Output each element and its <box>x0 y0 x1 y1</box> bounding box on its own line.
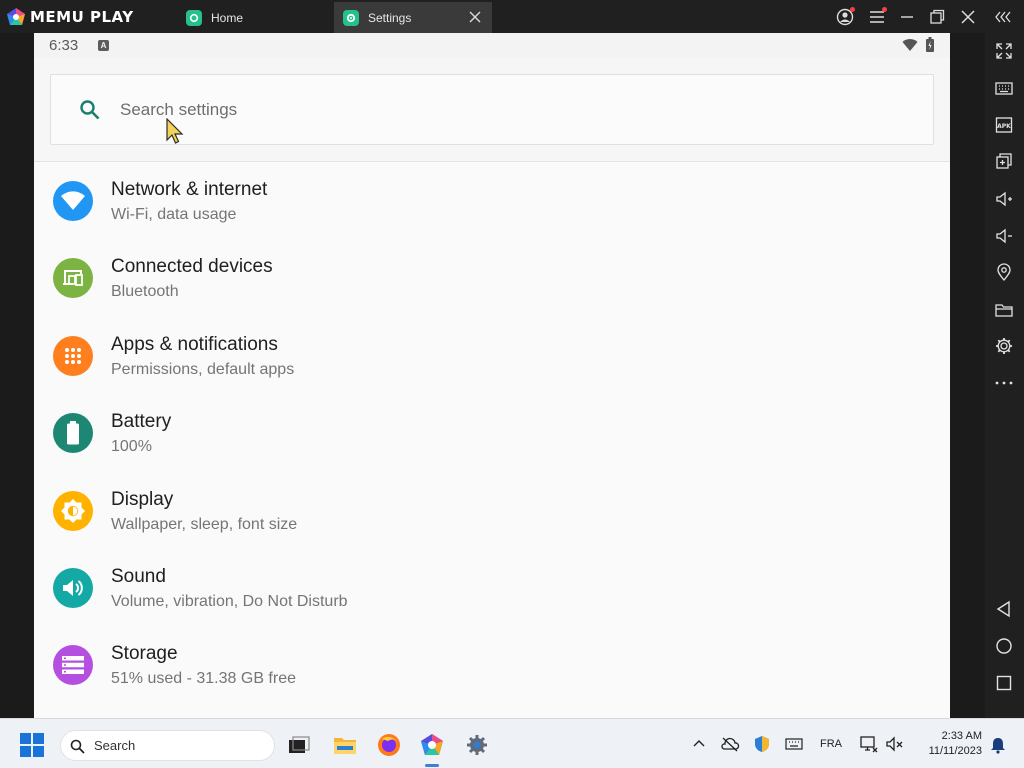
android-status-bar: 6:33 A <box>34 33 950 58</box>
fullscreen-icon[interactable] <box>994 41 1014 61</box>
onedrive-offline-icon[interactable] <box>720 735 740 753</box>
volume-up-icon[interactable] <box>994 189 1014 209</box>
keyboard-icon[interactable] <box>994 78 1014 98</box>
status-time: 6:33 <box>49 37 79 54</box>
windows-taskbar: Search FRA 2:33 AM 11/11/2023 <box>0 718 1024 768</box>
setting-subtitle: Bluetooth <box>111 283 179 300</box>
volume-down-icon[interactable] <box>994 226 1014 246</box>
speaker-muted-icon[interactable] <box>885 735 905 753</box>
setting-title: Apps & notifications <box>111 334 278 355</box>
folder-icon[interactable] <box>994 300 1014 320</box>
setting-title: Display <box>111 489 174 510</box>
status-notification-badge: A <box>98 40 109 51</box>
setting-title: Storage <box>111 643 178 664</box>
collapse-sidebar-icon[interactable] <box>993 7 1013 27</box>
setting-display[interactable]: Display Wallpaper, sleep, font size <box>34 477 950 554</box>
multi-instance-icon[interactable] <box>994 151 1014 171</box>
firefox-icon[interactable] <box>376 732 402 758</box>
storage-icon <box>53 645 93 685</box>
wifi-signal-icon <box>902 39 918 51</box>
recent-apps-icon[interactable] <box>994 673 1014 693</box>
setting-subtitle: Wi-Fi, data usage <box>111 206 237 223</box>
devices-icon <box>53 258 93 298</box>
setting-battery[interactable]: Battery 100% <box>34 399 950 476</box>
search-icon <box>80 100 100 120</box>
setting-subtitle: Volume, vibration, Do Not Disturb <box>111 593 348 610</box>
setting-sound[interactable]: Sound Volume, vibration, Do Not Disturb <box>34 554 950 631</box>
close-window-icon[interactable] <box>958 7 978 27</box>
setting-apps-notifications[interactable]: Apps & notifications Permissions, defaul… <box>34 322 950 399</box>
task-view-icon[interactable] <box>286 732 312 758</box>
security-shield-icon[interactable] <box>752 735 772 753</box>
file-explorer-icon[interactable] <box>332 732 358 758</box>
setting-network-internet[interactable]: Network & internet Wi-Fi, data usage <box>34 167 950 244</box>
emulator-title-bar: MEMU PLAY Home Settings <box>0 0 1024 33</box>
battery-icon <box>53 413 93 453</box>
settings-app-icon <box>343 9 359 26</box>
home-app-icon <box>186 9 202 26</box>
tab-settings-label: Settings <box>368 10 412 25</box>
show-hidden-icons-chevron-icon[interactable] <box>689 735 709 753</box>
apps-grid-icon <box>53 336 93 376</box>
windows-start-icon[interactable] <box>20 733 44 757</box>
setting-connected-devices[interactable]: Connected devices Bluetooth <box>34 244 950 321</box>
clock-time: 2:33 AM <box>941 730 982 742</box>
brightness-icon <box>53 491 93 531</box>
close-tab-icon[interactable] <box>468 10 482 24</box>
restore-window-icon[interactable] <box>927 7 947 27</box>
search-placeholder: Search settings <box>120 100 238 119</box>
setting-title: Network & internet <box>111 179 268 200</box>
setting-subtitle: Wallpaper, sleep, font size <box>111 516 298 533</box>
minimize-icon[interactable] <box>897 7 917 27</box>
tab-home-label: Home <box>211 10 244 25</box>
notifications-bell-icon[interactable] <box>988 736 1008 754</box>
touch-keyboard-icon[interactable] <box>784 735 804 753</box>
volume-icon <box>53 568 93 608</box>
windows-search-placeholder: Search <box>94 738 136 753</box>
location-icon[interactable] <box>994 262 1014 282</box>
notification-dot <box>850 7 855 12</box>
battery-status-icon <box>926 37 934 52</box>
memu-gem-icon <box>7 7 25 25</box>
svg-text:APK: APK <box>997 123 1011 130</box>
menu-notification-dot <box>882 7 887 12</box>
clock-date: 11/11/2023 <box>928 745 982 757</box>
tab-home[interactable]: Home <box>176 2 332 33</box>
memu-taskbar-icon[interactable] <box>419 732 445 758</box>
system-clock[interactable]: 2:33 AM 11/11/2023 <box>912 729 982 759</box>
settings-gear-icon[interactable] <box>994 336 1014 356</box>
windows-search-box[interactable]: Search <box>60 730 275 761</box>
windows-search-icon <box>70 739 85 754</box>
setting-subtitle: 100% <box>111 438 152 455</box>
more-options-icon[interactable] <box>994 373 1014 393</box>
active-app-indicator <box>425 764 439 767</box>
mouse-cursor-icon <box>166 118 184 144</box>
setting-subtitle: Permissions, default apps <box>111 361 295 378</box>
wifi-icon <box>53 181 93 221</box>
home-circle-icon[interactable] <box>994 636 1014 656</box>
apk-install-icon[interactable]: APK <box>994 115 1014 135</box>
setting-subtitle: 51% used - 31.38 GB free <box>111 670 296 687</box>
memu-brand-text: MEMU PLAY <box>30 7 134 26</box>
input-language[interactable]: FRA <box>820 738 842 750</box>
back-icon[interactable] <box>994 599 1014 619</box>
setting-title: Connected devices <box>111 256 273 277</box>
memu-logo: MEMU PLAY <box>6 6 134 27</box>
tab-settings[interactable]: Settings <box>334 2 492 33</box>
emulator-sidebar: APK <box>985 33 1024 718</box>
network-status-icon[interactable] <box>859 735 879 753</box>
setting-title: Battery <box>111 411 172 432</box>
settings-app-taskbar-icon[interactable] <box>464 732 490 758</box>
setting-storage[interactable]: Storage 51% used - 31.38 GB free <box>34 631 950 708</box>
setting-title: Sound <box>111 566 166 587</box>
